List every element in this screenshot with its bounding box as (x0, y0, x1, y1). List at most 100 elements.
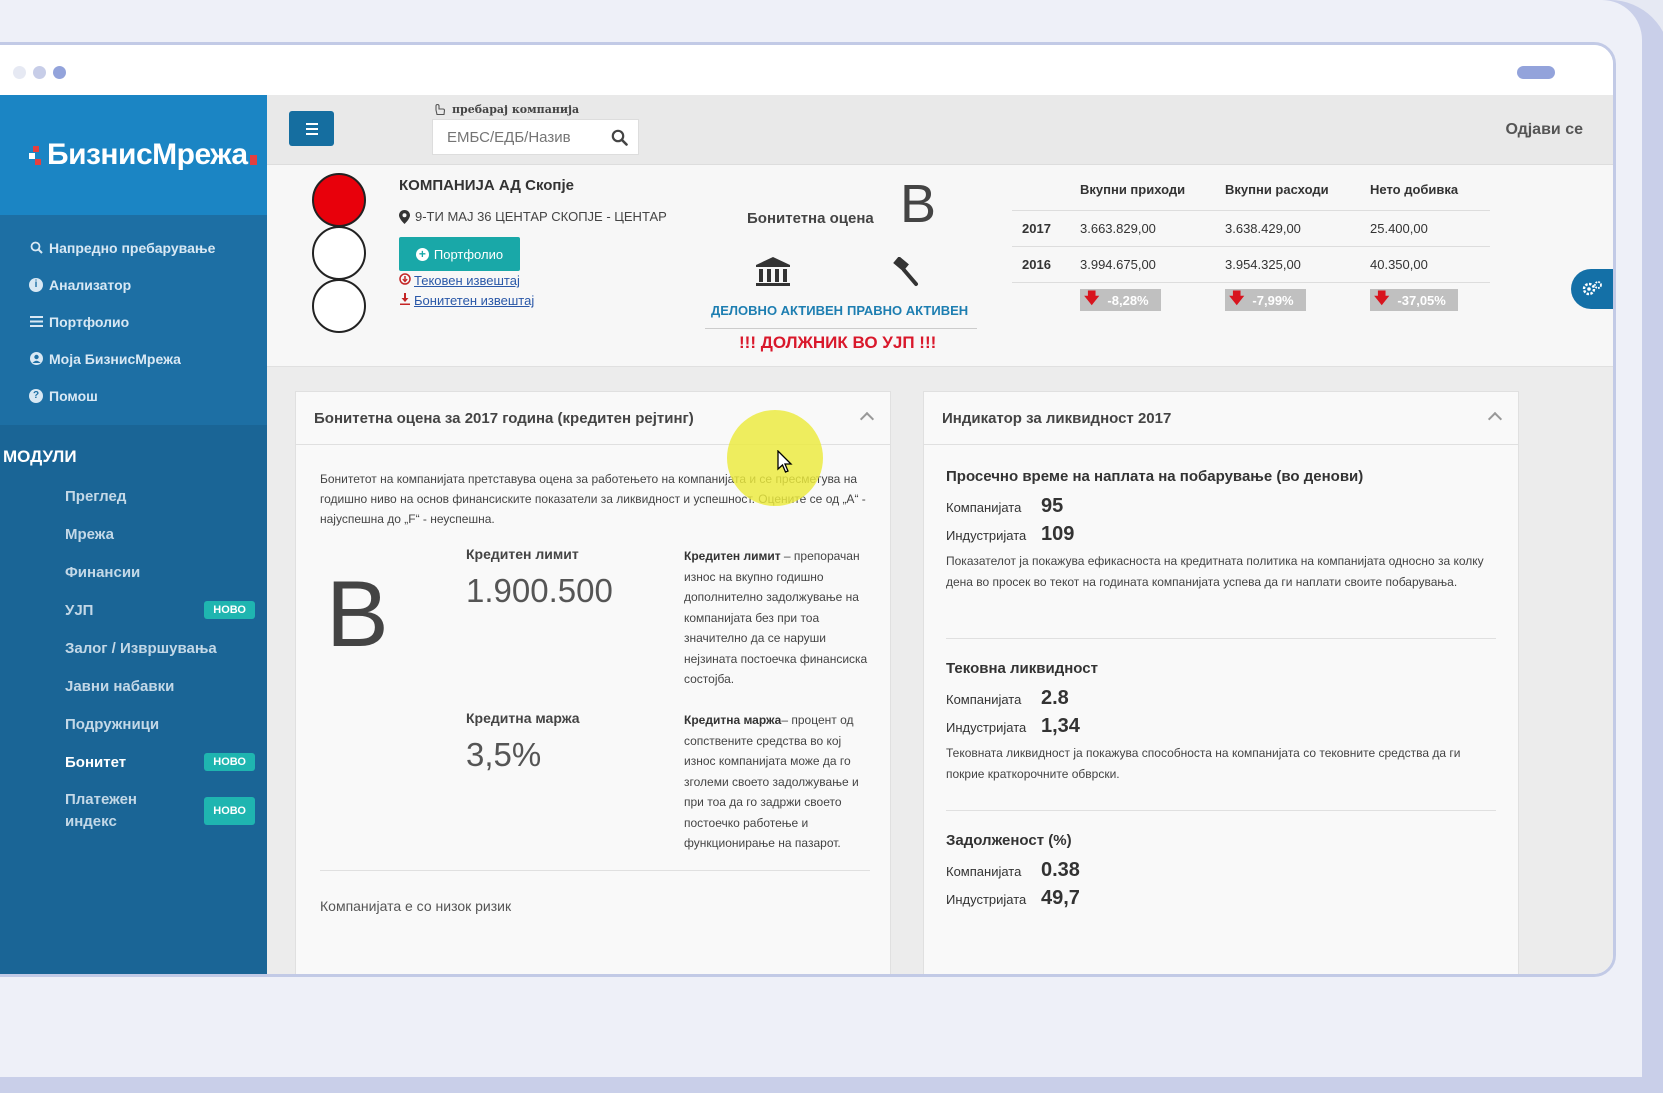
section-title: Задолженост (%) (946, 832, 1072, 849)
report-icon (399, 273, 411, 288)
module-label: Залог / Извршувања (65, 639, 217, 657)
module-label: Мрежа (65, 525, 114, 543)
info-icon: i (29, 277, 43, 292)
industry-value-row: Индустријата 49,7 (946, 887, 1080, 909)
current-report-link[interactable]: Тековен извештај (399, 273, 520, 288)
module-item-payment-index[interactable]: Платежен индекс НОВО (0, 781, 267, 841)
year-cell: 2017 (1012, 209, 1070, 246)
rating-report-label: Бонитетен извештај (414, 293, 535, 308)
credit-limit-description: Кредитен лимит – препорачан износ на вку… (684, 549, 868, 686)
rating-label: Бонитетна оцена (747, 210, 874, 227)
sidebar-item-portfolio[interactable]: Портфолио (0, 303, 267, 340)
industry-value-row: Индустријата 109 (946, 523, 1075, 545)
window-titlebar (0, 45, 1613, 95)
new-badge: НОВО (204, 753, 255, 771)
module-item-finances[interactable]: Финансии (0, 553, 267, 591)
search-box[interactable] (432, 119, 639, 155)
chevron-up-icon[interactable] (859, 411, 875, 427)
panel-header[interactable]: Индикатор за ликвидност 2017 (924, 392, 1518, 445)
section-description: Показателот ја покажува ефикасноста на к… (946, 554, 1484, 589)
list-icon (29, 315, 43, 329)
liquidity-section: Задолженост (%) Компанијата 0.38 Индустри… (946, 832, 1080, 915)
table-cell: 40.350,00 (1360, 245, 1490, 282)
new-badge: НОВО (204, 797, 255, 825)
module-item-overview[interactable]: Преглед (0, 477, 267, 515)
credit-margin-description: Кредитна маржа– процент од сопствените с… (684, 713, 859, 850)
chevron-up-icon[interactable] (1487, 411, 1503, 427)
liquidity-panel: Индикатор за ликвидност 2017 Просечно вр… (923, 391, 1519, 974)
map-marker-icon (399, 209, 410, 224)
search-icon[interactable] (611, 129, 628, 151)
traffic-light-red (312, 173, 366, 227)
download-icon (399, 293, 411, 308)
section-divider (946, 638, 1496, 639)
portfolio-button-label: Портфолио (433, 246, 504, 262)
main-content: пребарај компанија Одјави се КОМПАНИЈА А… (267, 95, 1613, 974)
module-item-rating[interactable]: Бонитет НОВО (0, 743, 267, 781)
module-label: Преглед (65, 487, 127, 505)
sidebar-item-label: Напредно пребарување (49, 239, 216, 256)
rating-grade: B (326, 561, 389, 666)
credit-margin-value: 3,5% (466, 736, 542, 773)
column-header: Вкупни расходи (1225, 182, 1329, 198)
logo-tail-icon (249, 155, 257, 165)
sidebar-item-my-network[interactable]: Моја БизнисМрежа (0, 340, 267, 377)
search-icon (29, 241, 43, 255)
settings-button[interactable] (1571, 269, 1613, 309)
logo-area[interactable]: БизнисМрежа (0, 95, 267, 215)
credit-margin-label: Кредитна маржа (466, 710, 580, 726)
traffic-light-green (312, 279, 366, 333)
module-label: Јавни набавки (65, 677, 175, 695)
module-item-ujp[interactable]: УЈП НОВО (0, 591, 267, 629)
sidebar-nav: Напредно пребарување i Анализатор Портфо… (0, 215, 267, 425)
panel-divider (320, 870, 870, 871)
menu-toggle-button[interactable] (289, 111, 334, 146)
sidebar: БизнисМрежа Напредно пребарување i Анали… (0, 95, 267, 974)
column-header: Нето добивка (1370, 182, 1459, 198)
mouse-cursor-icon (777, 449, 793, 479)
liquidity-section: Просечно време на наплата на побарување … (946, 468, 1496, 592)
panel-title: Бонитетна оцена за 2017 година (кредитен… (314, 409, 694, 427)
status-divider (705, 328, 977, 329)
arrow-down-icon: 🡇 (1084, 289, 1100, 307)
current-report-label: Тековен извештај (414, 273, 520, 288)
sidebar-item-label: Портфолио (49, 313, 130, 330)
arrow-down-icon: 🡇 (1229, 289, 1245, 307)
help-icon: ? (29, 388, 43, 403)
modules-section: МОДУЛИ Преглед Мрежа Финансии УЈП НОВО За… (0, 425, 267, 974)
change-badge: 🡇 -37,05% (1370, 289, 1458, 312)
module-label: Платежен индекс (65, 791, 137, 830)
module-item-collateral[interactable]: Залог / Извршувања (0, 629, 267, 667)
logo[interactable]: БизнисМрежа (29, 138, 257, 172)
window-dot-icon (13, 66, 26, 79)
section-title: Просечно време на наплата на побарување … (946, 468, 1364, 485)
module-item-public-procurement[interactable]: Јавни набавки (0, 667, 267, 705)
logout-link[interactable]: Одјави се (1506, 121, 1583, 139)
company-address: 9-ТИ МАЈ 36 ЦЕНТАР СКОПЈЕ - ЦЕНТАР (399, 209, 667, 224)
credit-limit-label: Кредитен лимит (466, 546, 579, 562)
company-value-row: Компанијата 2.8 (946, 687, 1069, 709)
sidebar-item-advanced-search[interactable]: Напредно пребарување (0, 229, 267, 266)
section-divider (946, 810, 1496, 811)
module-label: УЈП (65, 601, 94, 619)
rating-report-link[interactable]: Бонитетен извештај (399, 293, 534, 308)
debtor-warning: !!! ДОЛЖНИК ВО УЈП !!! (739, 333, 937, 352)
module-item-subsidiaries[interactable]: Подружници (0, 705, 267, 743)
company-address-text: 9-ТИ МАЈ 36 ЦЕНТАР СКОПЈЕ - ЦЕНТАР (415, 209, 667, 224)
traffic-light-yellow (312, 226, 366, 280)
search-input[interactable] (447, 128, 607, 146)
sidebar-item-help[interactable]: ? Помош (0, 377, 267, 414)
user-icon (29, 352, 43, 366)
module-label: Финансии (65, 563, 141, 581)
table-row: 2016 3.994.675,00 3.954.325,00 40.350,00 (1012, 245, 1490, 282)
add-portfolio-button[interactable]: + Портфолио (399, 237, 520, 271)
arrow-down-icon: 🡇 (1374, 289, 1390, 307)
browser-window: БизнисМрежа Напредно пребарување i Анали… (0, 42, 1616, 977)
logo-mark-icon (29, 144, 43, 166)
bank-icon (755, 257, 791, 294)
table-cell: 3.994.675,00 (1070, 245, 1215, 282)
table-cell: 3.954.325,00 (1215, 245, 1360, 282)
sidebar-item-label: Помош (49, 387, 98, 404)
module-item-network[interactable]: Мрежа (0, 515, 267, 553)
sidebar-item-analyzer[interactable]: i Анализатор (0, 266, 267, 303)
